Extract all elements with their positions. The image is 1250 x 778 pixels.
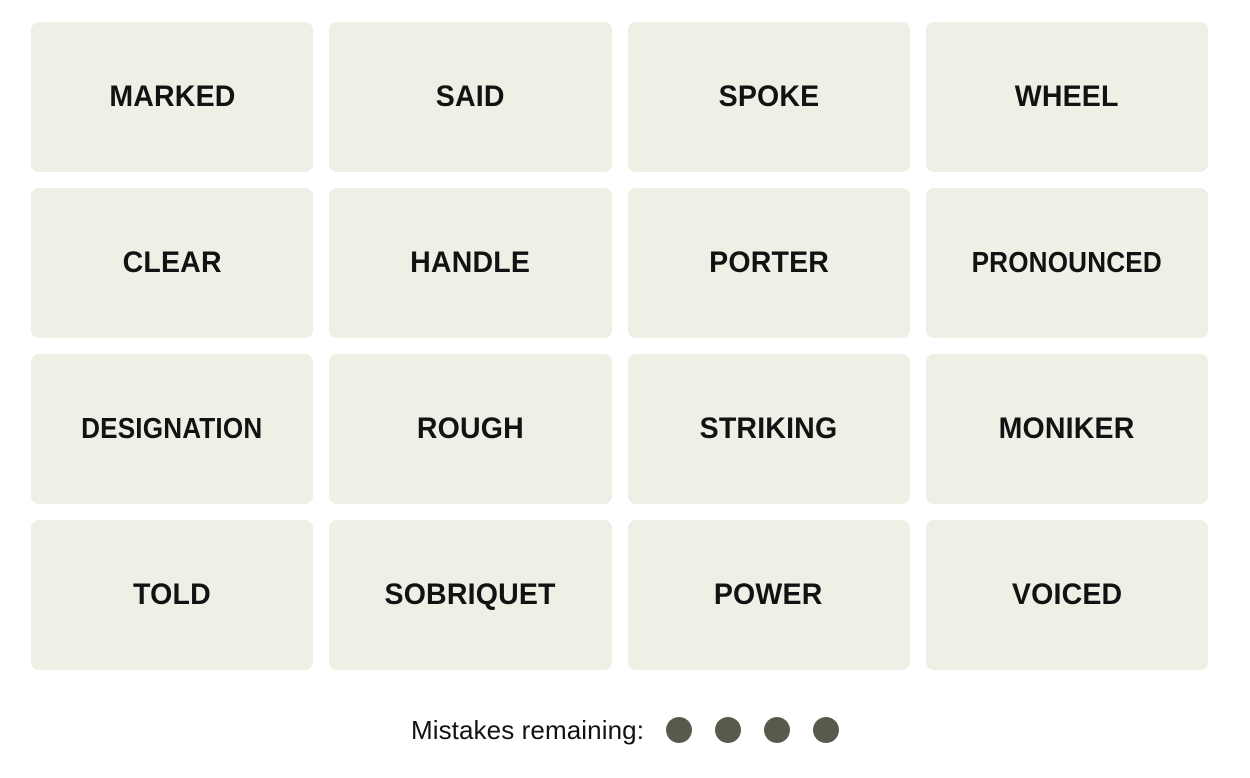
word-tile-label: POWER <box>714 578 823 611</box>
word-tile[interactable]: CLEAR <box>31 188 314 338</box>
word-tile-label: HANDLE <box>410 246 531 279</box>
mistake-dot-icon <box>813 717 840 743</box>
word-tile[interactable]: SPOKE <box>627 22 910 172</box>
word-tile[interactable]: POWER <box>627 520 910 670</box>
word-tile-label: STRIKING <box>699 412 838 445</box>
word-tile[interactable]: VOICED <box>925 520 1208 670</box>
mistakes-remaining-row: Mistakes remaining: <box>0 706 1250 754</box>
word-tile[interactable]: HANDLE <box>329 188 612 338</box>
word-tile-label: TOLD <box>133 578 212 611</box>
word-tile-label: SPOKE <box>718 80 819 113</box>
word-tile-label: WHEEL <box>1014 80 1119 113</box>
word-tile[interactable]: TOLD <box>31 520 314 670</box>
word-tile-label: SOBRIQUET <box>384 578 556 611</box>
word-tile-label: SAID <box>435 80 505 113</box>
word-tile[interactable]: PORTER <box>627 188 910 338</box>
word-tile[interactable]: MONIKER <box>925 354 1208 504</box>
word-tile[interactable]: WHEEL <box>925 22 1208 172</box>
word-tile-label: MONIKER <box>998 412 1135 445</box>
mistake-dot-icon <box>764 717 791 743</box>
word-tile-label: MARKED <box>109 80 236 113</box>
word-tile-label: CLEAR <box>122 246 222 279</box>
word-tile[interactable]: PRONOUNCED <box>925 188 1208 338</box>
mistakes-remaining-dots <box>666 717 840 743</box>
word-tile[interactable]: SOBRIQUET <box>329 520 612 670</box>
word-tile-label: VOICED <box>1011 578 1123 611</box>
word-tile[interactable]: ROUGH <box>329 354 612 504</box>
mistake-dot-icon <box>715 717 742 743</box>
word-tile-label: PORTER <box>708 246 829 279</box>
connections-game-board: MARKED SAID SPOKE WHEEL CLEAR HANDLE POR… <box>0 0 1250 778</box>
word-tile[interactable]: MARKED <box>31 22 314 172</box>
word-tile[interactable]: DESIGNATION <box>31 354 314 504</box>
word-tile-label: PRONOUNCED <box>971 246 1163 279</box>
word-tile-grid: MARKED SAID SPOKE WHEEL CLEAR HANDLE POR… <box>31 22 1208 670</box>
word-tile-label: DESIGNATION <box>81 412 263 445</box>
mistake-dot-icon <box>666 717 693 743</box>
word-tile[interactable]: SAID <box>329 22 612 172</box>
word-tile[interactable]: STRIKING <box>627 354 910 504</box>
mistakes-remaining-label: Mistakes remaining: <box>410 715 645 745</box>
word-tile-label: ROUGH <box>416 412 524 445</box>
